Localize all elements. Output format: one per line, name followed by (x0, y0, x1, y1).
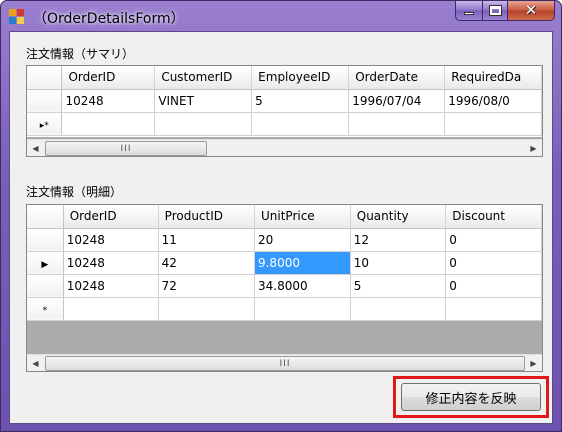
form-client-area: 注文情報（サマリ） OrderID CustomerID EmployeeID … (9, 31, 553, 424)
details-col-header[interactable]: ProductID (158, 205, 255, 229)
summary-cell[interactable]: 1996/07/04 (348, 89, 446, 113)
scroll-left-arrow-icon[interactable]: ◀ (27, 355, 44, 371)
summary-col-header[interactable]: CustomerID (154, 66, 253, 90)
details-cell[interactable]: 0 (445, 251, 542, 275)
scroll-grip-icon: III (279, 358, 291, 369)
current-row-arrow-icon: ▶ (41, 259, 49, 270)
window-title: （OrderDetailsForm） (33, 11, 185, 27)
details-cell[interactable] (254, 297, 351, 321)
minimize-icon (464, 12, 474, 15)
details-header-row: OrderID ProductID UnitPrice Quantity Dis… (27, 205, 542, 229)
details-table-row[interactable]: 10248 11 20 12 0 (27, 228, 542, 252)
details-table-row[interactable]: ▶ 10248 42 9.8000 10 0 (27, 251, 542, 275)
details-cell[interactable] (445, 297, 542, 321)
details-corner-header[interactable] (27, 205, 64, 229)
details-cell[interactable] (63, 297, 159, 321)
caption-buttons: ✕ (455, 1, 555, 21)
scroll-right-arrow-icon[interactable]: ▶ (525, 355, 542, 371)
summary-grid[interactable]: OrderID CustomerID EmployeeID OrderDate … (26, 65, 543, 157)
details-cell[interactable] (350, 297, 447, 321)
details-row-header[interactable] (27, 274, 64, 298)
summary-row-header[interactable] (27, 89, 63, 113)
summary-table: OrderID CustomerID EmployeeID OrderDate … (27, 66, 542, 136)
new-row-icon: * (42, 305, 48, 316)
summary-cell[interactable] (251, 112, 350, 136)
title-bar[interactable]: （OrderDetailsForm） ✕ (1, 1, 561, 31)
details-cell[interactable]: 42 (158, 251, 255, 275)
summary-table-row[interactable]: 10248 VINET 5 1996/07/04 1996/08/0 (27, 89, 542, 113)
details-row-header[interactable] (27, 228, 64, 252)
scroll-left-arrow-icon[interactable]: ◀ (27, 140, 44, 156)
details-section-label: 注文情報（明細） (26, 185, 123, 199)
details-horizontal-scrollbar[interactable]: ◀ III ▶ (27, 354, 542, 371)
app-window: （OrderDetailsForm） ✕ 注文情報（サマリ） OrderID C… (0, 0, 562, 432)
close-button[interactable]: ✕ (508, 1, 555, 21)
details-cell[interactable]: 11 (158, 228, 255, 252)
details-cell[interactable]: 0 (445, 274, 542, 298)
summary-col-header[interactable]: EmployeeID (251, 66, 350, 90)
details-col-header[interactable]: UnitPrice (254, 205, 351, 229)
details-cell[interactable] (158, 297, 255, 321)
details-new-row-header[interactable]: * (27, 297, 64, 321)
details-selected-cell[interactable]: 9.8000 (254, 251, 351, 275)
details-cell[interactable]: 10248 (63, 251, 159, 275)
summary-cell[interactable]: VINET (154, 89, 253, 113)
summary-new-row-header[interactable]: ▸* (27, 112, 63, 136)
details-grid[interactable]: OrderID ProductID UnitPrice Quantity Dis… (26, 204, 543, 372)
summary-cell[interactable] (444, 112, 542, 136)
details-cell[interactable]: 34.8000 (254, 274, 351, 298)
summary-col-header[interactable]: OrderDate (348, 66, 446, 90)
summary-cell[interactable] (61, 112, 156, 136)
details-cell[interactable]: 5 (350, 274, 447, 298)
summary-corner-header[interactable] (27, 66, 63, 90)
details-scroll-thumb[interactable]: III (45, 356, 525, 371)
details-new-row[interactable]: * (27, 297, 542, 321)
details-cell[interactable]: 72 (158, 274, 255, 298)
summary-header-row: OrderID CustomerID EmployeeID OrderDate … (27, 66, 542, 90)
details-cell[interactable]: 20 (254, 228, 351, 252)
scroll-grip-icon: III (120, 143, 132, 154)
details-cell[interactable]: 12 (350, 228, 447, 252)
summary-section-label: 注文情報（サマリ） (26, 47, 135, 61)
close-icon: ✕ (524, 1, 538, 19)
apply-changes-button[interactable]: 修正内容を反映 (401, 383, 541, 411)
summary-cell[interactable] (348, 112, 446, 136)
details-table-row[interactable]: 10248 72 34.8000 5 0 (27, 274, 542, 298)
maximize-icon (488, 5, 502, 16)
summary-cell[interactable]: 1996/08/0 (444, 89, 542, 113)
summary-new-row[interactable]: ▸* (27, 112, 542, 136)
details-col-header[interactable]: Discount (445, 205, 542, 229)
new-row-icon: ▸* (39, 120, 49, 131)
details-row-header[interactable]: ▶ (27, 251, 64, 275)
summary-cell[interactable]: 5 (251, 89, 350, 113)
details-cell[interactable]: 10 (350, 251, 447, 275)
minimize-button[interactable] (455, 1, 482, 21)
apply-button-highlight: 修正内容を反映 (393, 376, 549, 418)
summary-col-header[interactable]: OrderID (61, 66, 156, 90)
app-icon[interactable] (9, 9, 25, 25)
details-col-header[interactable]: OrderID (63, 205, 159, 229)
details-cell[interactable]: 10248 (63, 274, 159, 298)
summary-cell[interactable]: 10248 (61, 89, 156, 113)
details-col-header[interactable]: Quantity (350, 205, 447, 229)
summary-col-header[interactable]: RequiredDa (444, 66, 542, 90)
summary-scroll-thumb[interactable]: III (45, 141, 207, 156)
details-cell[interactable]: 0 (445, 228, 542, 252)
details-table: OrderID ProductID UnitPrice Quantity Dis… (27, 205, 542, 321)
maximize-button[interactable] (482, 1, 508, 21)
summary-cell[interactable] (154, 112, 253, 136)
details-cell[interactable]: 10248 (63, 228, 159, 252)
summary-horizontal-scrollbar[interactable]: ◀ III ▶ (27, 139, 542, 156)
scroll-right-arrow-icon[interactable]: ▶ (525, 140, 542, 156)
